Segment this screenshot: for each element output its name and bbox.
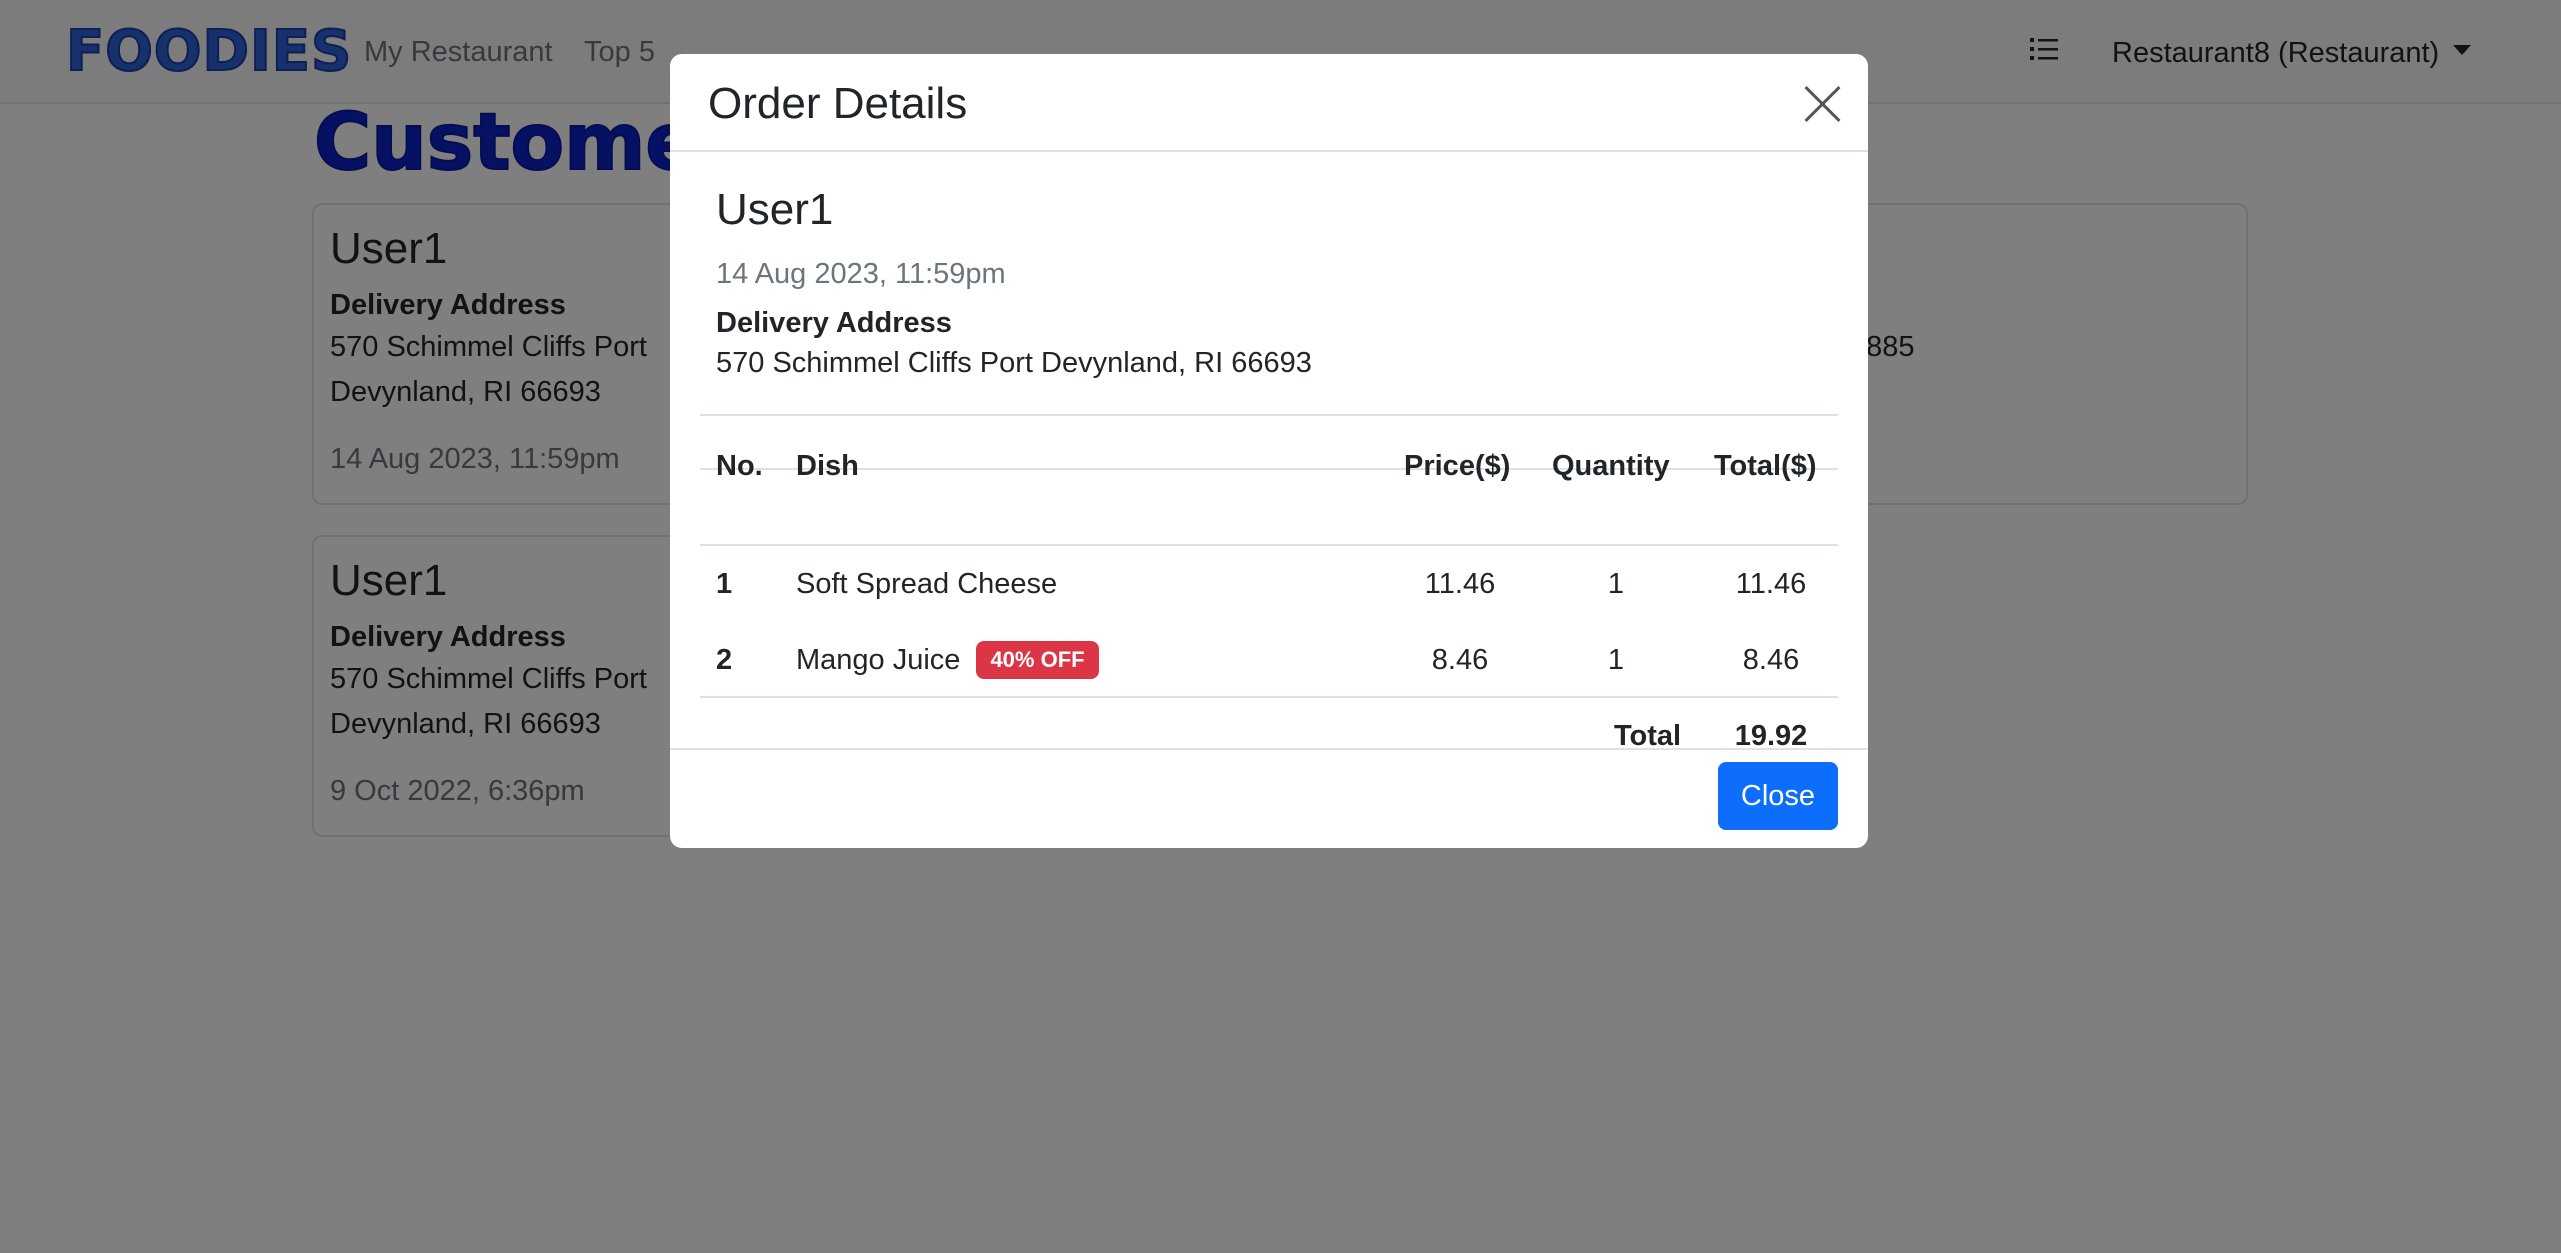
order-date: 14 Aug 2023, 11:59pm bbox=[716, 258, 1006, 290]
order-details-modal: Order Details User1 14 Aug 2023, 11:59pm… bbox=[670, 54, 1868, 848]
modal-footer bbox=[670, 748, 1868, 848]
row-price: 11.46 bbox=[1424, 568, 1496, 600]
order-address-label: Delivery Address bbox=[716, 307, 952, 339]
close-button[interactable]: Close bbox=[1718, 762, 1838, 830]
col-header-price: Price($) bbox=[1404, 450, 1511, 482]
table-divider bbox=[700, 696, 1838, 698]
row-dish: Soft Spread Cheese bbox=[796, 568, 1058, 600]
row-price: 8.46 bbox=[1431, 644, 1489, 676]
modal-header: Order Details bbox=[670, 54, 1868, 152]
row-dish-cell: Mango Juice 40% OFF bbox=[796, 640, 1099, 681]
discount-badge: 40% OFF bbox=[976, 641, 1099, 679]
row-no: 2 bbox=[716, 644, 733, 676]
col-header-no: No. bbox=[716, 450, 763, 482]
row-total: 8.46 bbox=[1742, 644, 1800, 676]
order-address: 570 Schimmel Cliffs Port Devynland, RI 6… bbox=[716, 347, 1312, 379]
table-divider bbox=[700, 414, 1838, 416]
table-divider bbox=[700, 544, 1838, 546]
row-quantity: 1 bbox=[1607, 568, 1625, 600]
close-icon[interactable] bbox=[1802, 84, 1842, 124]
col-header-total: Total($) bbox=[1714, 450, 1817, 482]
col-header-dish: Dish bbox=[796, 450, 859, 482]
order-customer-name: User1 bbox=[716, 185, 834, 234]
row-dish: Mango Juice bbox=[796, 644, 961, 676]
row-quantity: 1 bbox=[1607, 644, 1625, 676]
row-total: 11.46 bbox=[1735, 568, 1807, 600]
col-header-quantity: Quantity bbox=[1552, 450, 1670, 482]
modal-title: Order Details bbox=[708, 79, 968, 128]
row-no: 1 bbox=[716, 568, 733, 600]
